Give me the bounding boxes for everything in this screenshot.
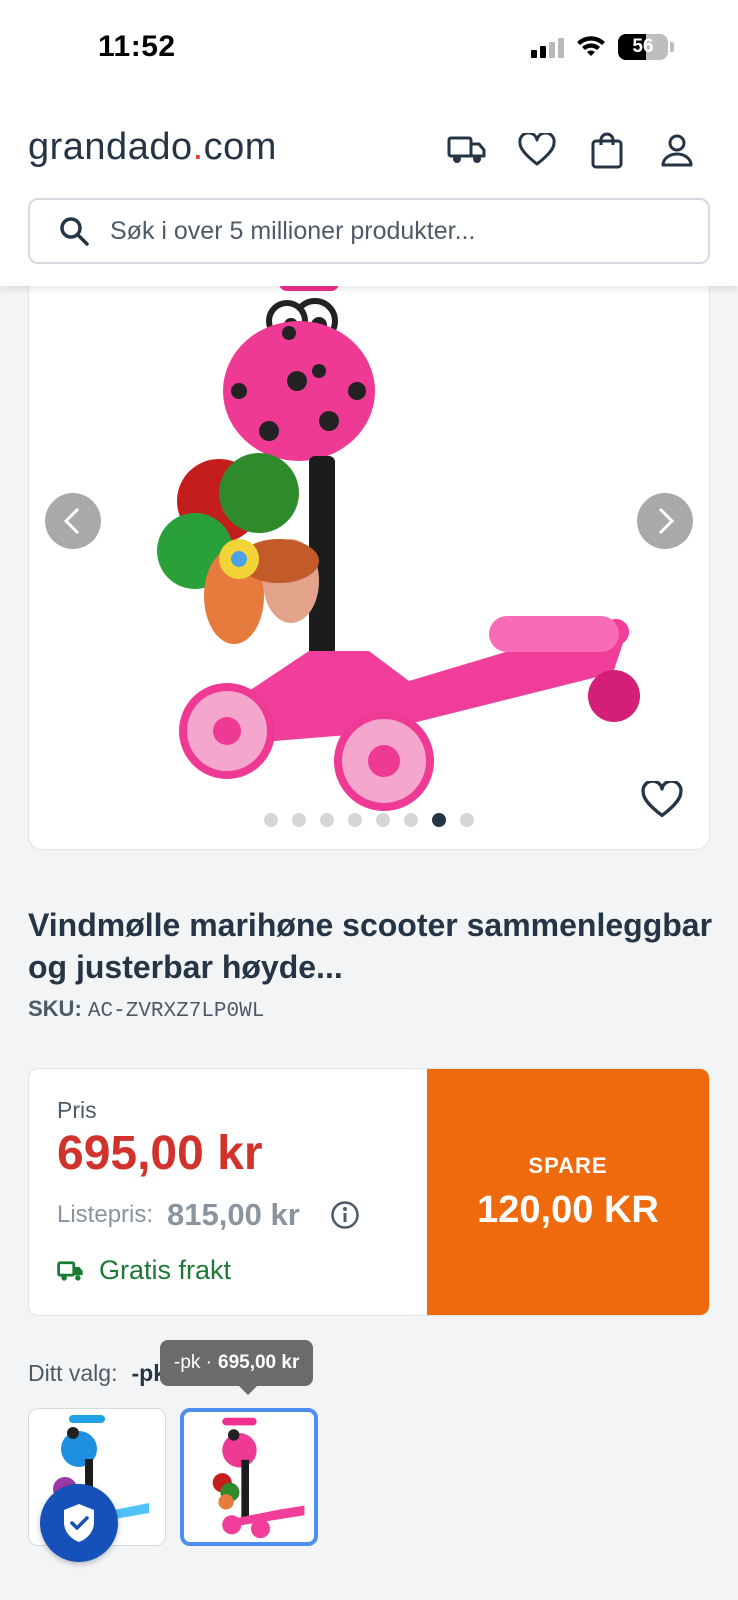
sku-label: SKU: — [28, 996, 82, 1021]
chevron-right-icon — [658, 507, 675, 535]
gallery-dot[interactable] — [348, 813, 362, 827]
savings-value: 120,00 KR — [477, 1188, 659, 1231]
price-label: Pris — [57, 1097, 97, 1123]
chevron-left-icon — [63, 507, 80, 535]
sku: SKU: AC-ZVRXZ7LP0WL — [28, 996, 264, 1023]
truck-icon[interactable] — [446, 130, 488, 170]
list-price-value: 815,00 kr — [167, 1197, 300, 1232]
bag-icon[interactable] — [586, 130, 628, 170]
list-price-label: Listepris: — [57, 1201, 154, 1228]
sku-value: AC-ZVRXZ7LP0WL — [87, 1000, 265, 1023]
gallery-dot[interactable] — [460, 813, 474, 827]
heart-icon[interactable] — [516, 130, 558, 170]
shield-check-icon — [64, 1504, 94, 1542]
choice-label: Ditt valg: — [28, 1360, 118, 1386]
gallery-prev-button[interactable] — [45, 493, 101, 549]
search-icon — [60, 217, 89, 246]
battery-icon: 56 — [618, 34, 668, 60]
variant-pink-image — [212, 1417, 305, 1539]
price-details: Pris 695,00 kr Listepris: 815,00 kr Grat… — [29, 1069, 429, 1315]
gallery-dot[interactable] — [320, 813, 334, 827]
shipping-text: Gratis frakt — [99, 1255, 232, 1285]
status-bar: 11:52 56 — [0, 0, 738, 100]
price-card: Pris 695,00 kr Listepris: 815,00 kr Grat… — [28, 1068, 710, 1316]
variant-choice: Ditt valg: -pk — [28, 1360, 166, 1387]
price-value: 695,00 kr — [57, 1127, 263, 1180]
header-icons — [446, 130, 698, 170]
logo-tld: com — [203, 126, 277, 168]
status-icons: 56 — [531, 34, 674, 60]
wifi-icon — [577, 36, 605, 56]
battery-tip — [670, 42, 674, 52]
search-placeholder: Søk i over 5 millioner produkter... — [110, 216, 476, 245]
info-icon[interactable] — [330, 1200, 360, 1230]
user-icon[interactable] — [656, 130, 698, 170]
search-input[interactable]: Søk i over 5 millioner produkter... — [28, 198, 710, 264]
gallery-dots — [29, 813, 709, 827]
gallery-dot[interactable] — [432, 813, 446, 827]
logo-main: grandado — [28, 126, 193, 168]
gallery-dot[interactable] — [404, 813, 418, 827]
battery-level: 56 — [632, 36, 654, 57]
logo[interactable]: grandado.com — [28, 126, 277, 169]
heart-icon — [641, 779, 683, 818]
tooltip-arrow — [238, 1385, 258, 1395]
signal-icon — [531, 36, 564, 58]
product-gallery[interactable] — [28, 260, 710, 850]
variant-pink[interactable] — [180, 1408, 318, 1546]
savings-label: SPARE — [528, 1152, 608, 1178]
savings-box: SPARE 120,00 KR — [427, 1069, 709, 1315]
gallery-dot[interactable] — [376, 813, 390, 827]
truck-icon — [57, 1260, 83, 1281]
product-image[interactable] — [29, 261, 710, 850]
tooltip-variant: -pk · — [174, 1352, 212, 1373]
tooltip-price: 695,00 kr — [218, 1352, 300, 1373]
variant-tooltip: -pk · 695,00 kr — [160, 1340, 314, 1386]
favorite-button[interactable] — [641, 779, 683, 821]
status-time: 11:52 — [98, 30, 176, 63]
trust-badge-button[interactable] — [40, 1484, 118, 1562]
list-price-row: Listepris: 815,00 kr — [57, 1197, 429, 1233]
logo-dot: . — [192, 126, 204, 168]
gallery-dot[interactable] — [292, 813, 306, 827]
product-title: Vindmølle marihøne scooter sammenleggbar… — [28, 907, 713, 985]
shipping-row: Gratis frakt — [57, 1255, 429, 1286]
gallery-dot[interactable] — [264, 813, 278, 827]
site-header: grandado.com Søk i over 5 millioner prod… — [0, 100, 738, 286]
gallery-next-button[interactable] — [637, 493, 693, 549]
